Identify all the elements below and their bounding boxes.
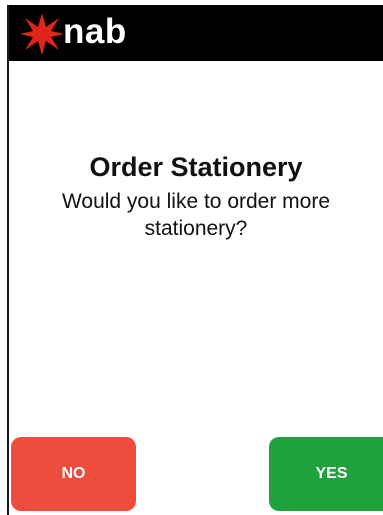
brand-logo-text: nab bbox=[63, 12, 127, 51]
dialog-title: Order Stationery bbox=[89, 152, 303, 182]
dialog-content: Order Stationery Would you like to order… bbox=[9, 150, 383, 242]
yes-button-label: YES bbox=[315, 465, 348, 482]
terminal-screen: nab Order Stationery Would you like to o… bbox=[7, 5, 383, 515]
no-button-label: NO bbox=[61, 465, 86, 482]
yes-button[interactable]: YES bbox=[269, 437, 383, 511]
brand-header: nab bbox=[9, 5, 383, 61]
nab-star-icon bbox=[20, 13, 64, 55]
no-button[interactable]: NO bbox=[11, 437, 136, 511]
dialog-message: Would you like to order more stationery? bbox=[61, 190, 331, 240]
